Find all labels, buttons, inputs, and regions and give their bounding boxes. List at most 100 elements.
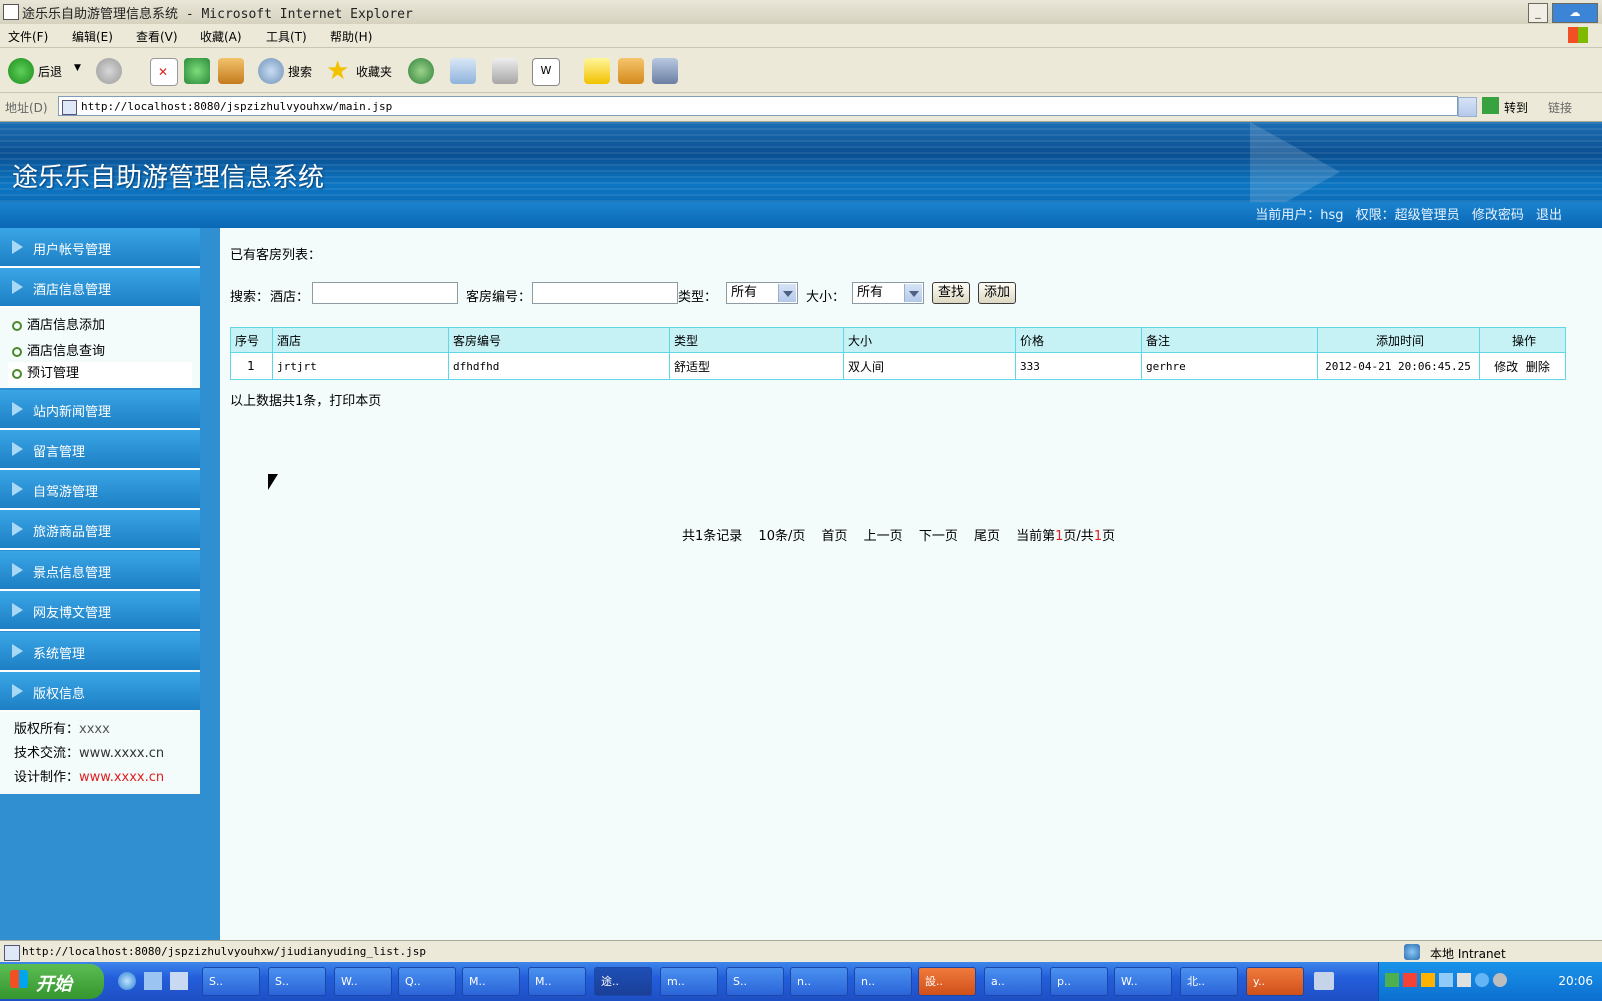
history-icon[interactable] — [408, 58, 434, 84]
system-title: 途乐乐自助游管理信息系统 — [12, 163, 325, 193]
delete-link[interactable]: 删除 — [1526, 360, 1550, 374]
taskbar: 开始 S.. S.. W.. Q.. M.. M.. 途.. m.. S.. n… — [0, 962, 1602, 1001]
task-button[interactable]: Q.. — [398, 967, 456, 996]
menu-file[interactable]: 文件(F) — [8, 28, 48, 45]
hotel-label: 酒店： — [270, 290, 310, 305]
room-no-search-input[interactable] — [532, 282, 678, 304]
quicklaunch-outlook-icon[interactable] — [144, 972, 162, 990]
sidebar-item-scenic[interactable]: 景点信息管理 — [0, 551, 200, 591]
task-button[interactable]: W.. — [1114, 967, 1172, 996]
home-icon[interactable] — [218, 58, 244, 84]
refresh-icon[interactable] — [184, 58, 210, 84]
task-button[interactable]: p.. — [1050, 967, 1108, 996]
sidebar-item-blogs[interactable]: 网友博文管理 — [0, 591, 200, 631]
type-select[interactable]: 所有 — [726, 282, 798, 304]
task-button[interactable]: n.. — [854, 967, 912, 996]
submenu-hotel-add[interactable]: 酒店信息添加 — [12, 314, 105, 333]
sidebar-item-system[interactable]: 系统管理 — [0, 632, 200, 672]
menu-help[interactable]: 帮助(H) — [330, 28, 372, 45]
forward-arrow-icon[interactable] — [96, 58, 122, 84]
menu-tools[interactable]: 工具(T) — [266, 28, 307, 45]
sidebar-item-news[interactable]: 站内新闻管理 — [0, 390, 200, 430]
go-button[interactable]: 转到 — [1504, 99, 1528, 116]
links-button[interactable]: 链接 — [1548, 99, 1572, 116]
hotel-submenu: 酒店信息添加 酒店信息查询 预订管理 — [0, 308, 200, 388]
sidebar-item-copyright[interactable]: 版权信息 — [0, 672, 200, 712]
intranet-icon — [1404, 944, 1420, 960]
size-select[interactable]: 所有 — [852, 282, 924, 304]
bullet-icon — [12, 320, 22, 331]
word-edit-icon[interactable]: W — [532, 58, 560, 86]
submenu-hotel-query[interactable]: 酒店信息查询 — [12, 340, 105, 359]
favorites-star-icon[interactable]: ★ — [326, 58, 352, 84]
stop-icon[interactable]: ✕ — [150, 58, 178, 86]
address-dropdown-icon[interactable] — [1458, 97, 1477, 117]
hotel-search-input[interactable] — [312, 282, 458, 304]
task-button[interactable]: W.. — [334, 967, 392, 996]
cell-room-no: dfhdfhd — [448, 352, 670, 380]
mail-icon[interactable] — [450, 58, 476, 84]
task-button[interactable]: n.. — [790, 967, 848, 996]
tray-app-icon[interactable] — [1421, 973, 1435, 987]
sidebar-item-hotel-info[interactable]: 酒店信息管理 — [0, 268, 200, 308]
pager-last[interactable]: 尾页 — [974, 529, 1000, 544]
task-button[interactable]: S.. — [268, 967, 326, 996]
pager-next[interactable]: 下一页 — [919, 529, 958, 544]
quicklaunch-ie-icon[interactable] — [118, 972, 136, 990]
go-arrow-icon[interactable] — [1482, 97, 1499, 114]
tray-app-icon[interactable] — [1403, 973, 1417, 987]
favorites-button[interactable]: 收藏夹 — [356, 63, 392, 80]
edit-link[interactable]: 修改 — [1494, 360, 1518, 374]
tray-app-icon[interactable] — [1475, 973, 1489, 987]
arrow-icon — [12, 280, 23, 294]
baidu-cloud-icon[interactable]: ☁ — [1552, 3, 1598, 23]
pager-first[interactable]: 首页 — [822, 529, 848, 544]
submenu-booking[interactable]: 预订管理 — [8, 362, 192, 386]
minimize-button[interactable]: _ — [1528, 3, 1548, 23]
back-arrow-icon[interactable] — [8, 58, 34, 84]
cell-size: 双人间 — [843, 352, 1016, 380]
back-button[interactable]: 后退 — [38, 63, 62, 80]
keyboard-icon[interactable] — [1314, 972, 1334, 990]
bookmark-icon[interactable] — [618, 58, 644, 84]
col-note: 备注 — [1141, 327, 1318, 353]
arrow-icon — [12, 442, 23, 456]
tray-app-icon[interactable] — [1457, 973, 1471, 987]
task-button[interactable]: 設.. — [918, 967, 976, 996]
tray-app-icon[interactable] — [1385, 973, 1399, 987]
logout-link[interactable]: 退出 — [1536, 208, 1562, 223]
task-button[interactable]: y.. — [1246, 967, 1304, 996]
add-button[interactable]: 添加 — [978, 282, 1016, 304]
task-button[interactable]: M.. — [462, 967, 520, 996]
task-button[interactable]: m.. — [660, 967, 718, 996]
menu-view[interactable]: 查看(V) — [136, 28, 178, 45]
change-password-link[interactable]: 修改密码 — [1472, 208, 1524, 223]
address-input[interactable]: http://localhost:8080/jspzizhulvyouhxw/m… — [58, 96, 1458, 116]
back-dropdown-icon[interactable]: ▼ — [74, 63, 81, 73]
start-button[interactable]: 开始 — [0, 964, 104, 999]
find-button[interactable]: 查找 — [932, 282, 970, 304]
task-button[interactable]: a.. — [984, 967, 1042, 996]
cell-hotel: jrtjrt — [272, 352, 449, 380]
sidebar-item-self-drive[interactable]: 自驾游管理 — [0, 470, 200, 510]
sidebar-item-goods[interactable]: 旅游商品管理 — [0, 510, 200, 550]
menu-edit[interactable]: 编辑(E) — [72, 28, 113, 45]
search-icon[interactable] — [258, 58, 284, 84]
task-button[interactable]: 北.. — [1180, 967, 1238, 996]
search-button[interactable]: 搜索 — [288, 63, 312, 80]
tray-app-icon[interactable] — [1439, 973, 1453, 987]
pager-prev[interactable]: 上一页 — [864, 529, 903, 544]
research-icon[interactable] — [652, 58, 678, 84]
note-icon[interactable] — [584, 58, 610, 84]
task-button[interactable]: S.. — [202, 967, 260, 996]
task-button-active[interactable]: 途.. — [594, 967, 652, 996]
tray-app-icon[interactable] — [1493, 973, 1507, 987]
print-icon[interactable] — [492, 58, 518, 84]
window-titlebar: 途乐乐自助游管理信息系统 - Microsoft Internet Explor… — [0, 0, 1602, 25]
quicklaunch-desktop-icon[interactable] — [170, 972, 188, 990]
task-button[interactable]: S.. — [726, 967, 784, 996]
sidebar-item-messages[interactable]: 留言管理 — [0, 430, 200, 470]
task-button[interactable]: M.. — [528, 967, 586, 996]
menu-favorites[interactable]: 收藏(A) — [200, 28, 242, 45]
sidebar-item-user-accounts[interactable]: 用户帐号管理 — [0, 228, 200, 268]
